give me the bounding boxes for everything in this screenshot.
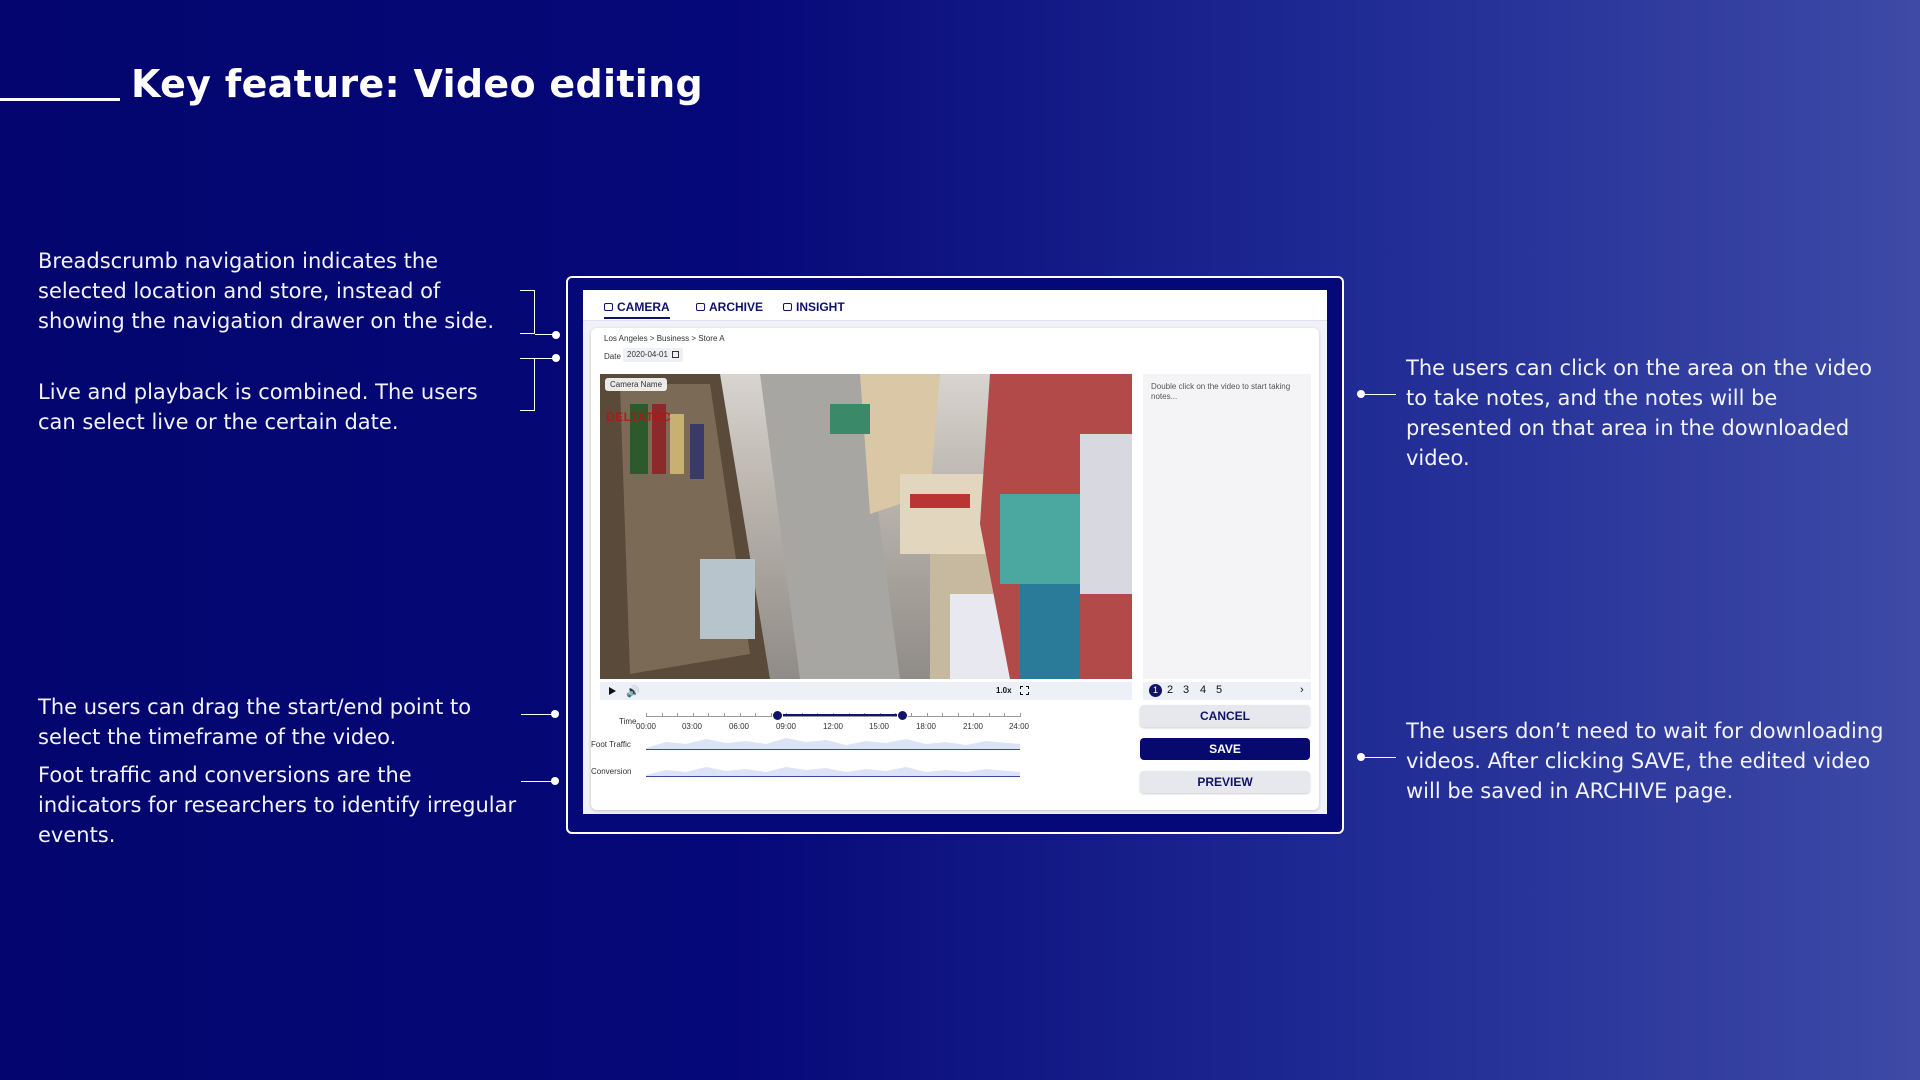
timeline-tick bbox=[1020, 713, 1021, 717]
app-window: CAMERA ARCHIVE INSIGHT Los Angeles > Bus… bbox=[583, 290, 1327, 814]
speed-button[interactable]: 1.0x bbox=[996, 686, 1012, 695]
play-icon[interactable] bbox=[609, 687, 616, 695]
connector-timeframe bbox=[521, 714, 553, 716]
connector-indicators bbox=[521, 781, 553, 783]
timeline-tick bbox=[988, 713, 990, 717]
connector-dot bbox=[552, 331, 560, 339]
connector-line bbox=[535, 358, 553, 360]
connector-line bbox=[535, 334, 553, 336]
tab-archive[interactable]: ARCHIVE bbox=[696, 297, 763, 317]
timeline-tick bbox=[910, 713, 912, 717]
page-4[interactable]: 4 bbox=[1200, 684, 1206, 696]
calendar-icon[interactable] bbox=[672, 351, 679, 358]
note-save: The users don’t need to wait for downloa… bbox=[1406, 719, 1884, 803]
video-player[interactable]: Camera Name DELTATEC bbox=[600, 374, 1132, 679]
connector-dot bbox=[552, 354, 560, 362]
timeline-tick bbox=[646, 713, 647, 717]
volume-icon[interactable]: 🔊 bbox=[626, 685, 640, 698]
camera-name-label: Camera Name bbox=[605, 378, 668, 391]
timeline-tick bbox=[723, 713, 725, 717]
tab-bar: CAMERA ARCHIVE INSIGHT bbox=[583, 290, 1327, 321]
camera-icon bbox=[604, 303, 613, 311]
time-label: Time bbox=[619, 717, 637, 726]
date-picker[interactable]: 2020-04-01 bbox=[623, 348, 683, 362]
cancel-button[interactable]: CANCEL bbox=[1140, 705, 1310, 727]
tab-insight-label: INSIGHT bbox=[796, 300, 845, 314]
save-button[interactable]: SAVE bbox=[1140, 738, 1310, 760]
timeline-tick bbox=[942, 713, 944, 717]
timeline-tick bbox=[739, 713, 741, 717]
timeline-tick bbox=[677, 713, 679, 717]
timeline-tick bbox=[755, 713, 757, 717]
tab-archive-label: ARCHIVE bbox=[709, 300, 764, 314]
note-live-playback: Live and playback is combined. The users… bbox=[38, 380, 478, 434]
connector-dot bbox=[1357, 390, 1365, 398]
page-1[interactable]: 1 bbox=[1149, 684, 1162, 697]
note-breadcrumb: Breadscrumb navigation indicates the sel… bbox=[38, 249, 495, 333]
conversion-chart bbox=[646, 767, 1020, 777]
notes-placeholder: Double click on the video to start takin… bbox=[1151, 382, 1291, 401]
tab-camera-label: CAMERA bbox=[617, 300, 670, 314]
tab-insight[interactable]: INSIGHT bbox=[783, 297, 845, 317]
fullscreen-icon[interactable] bbox=[1020, 686, 1029, 695]
tab-camera[interactable]: CAMERA bbox=[604, 297, 670, 319]
date-label: Date bbox=[604, 352, 621, 361]
title-underline bbox=[0, 98, 120, 101]
end-handle[interactable] bbox=[897, 710, 908, 721]
connector-dot bbox=[551, 710, 559, 718]
connector-save bbox=[1361, 757, 1396, 759]
date-value: 2020-04-01 bbox=[627, 350, 668, 359]
note-timeframe: The users can drag the start/end point t… bbox=[38, 695, 472, 749]
timeline-tick bbox=[957, 713, 959, 717]
watermark-logo: DELTATEC bbox=[606, 410, 672, 424]
connector-live bbox=[520, 358, 535, 411]
notes-pager: 1 2 3 4 5 › bbox=[1143, 682, 1311, 700]
note-take-notes: The users can click on the area on the v… bbox=[1406, 356, 1872, 470]
page-3[interactable]: 3 bbox=[1183, 684, 1189, 696]
camera-panel: Los Angeles > Business > Store A Date 20… bbox=[591, 328, 1319, 810]
connector-dot bbox=[551, 777, 559, 785]
store-video-frame bbox=[600, 374, 1132, 679]
preview-button[interactable]: PREVIEW bbox=[1140, 771, 1310, 793]
start-handle[interactable] bbox=[772, 710, 783, 721]
folder-icon bbox=[696, 303, 705, 311]
timeline-tick bbox=[926, 713, 928, 717]
connector-notes bbox=[1361, 394, 1396, 396]
timeline-selection bbox=[777, 714, 902, 716]
player-controls: 🔊 1.0x bbox=[600, 682, 1132, 700]
notes-panel[interactable]: Double click on the video to start takin… bbox=[1143, 374, 1311, 679]
page-2[interactable]: 2 bbox=[1167, 684, 1173, 696]
timeline-tick bbox=[661, 713, 663, 717]
timeline-tick bbox=[1004, 713, 1006, 717]
conversion-label: Conversion bbox=[591, 767, 632, 776]
timeline-tick bbox=[692, 713, 694, 717]
timeline-tick bbox=[973, 713, 975, 717]
connector-dot bbox=[1357, 753, 1365, 761]
timeline-tick bbox=[708, 713, 710, 717]
connector-breadcrumb bbox=[520, 290, 535, 334]
foot-traffic-chart bbox=[646, 738, 1020, 750]
foot-traffic-label: Foot Traffic bbox=[591, 740, 631, 749]
chevron-right-icon[interactable]: › bbox=[1300, 684, 1304, 696]
page-title: Key feature: Video editing bbox=[131, 62, 703, 106]
insight-icon bbox=[783, 303, 792, 311]
note-indicators: Foot traffic and conversions are the ind… bbox=[38, 763, 517, 847]
breadcrumb[interactable]: Los Angeles > Business > Store A bbox=[604, 334, 725, 343]
page-5[interactable]: 5 bbox=[1216, 684, 1222, 696]
